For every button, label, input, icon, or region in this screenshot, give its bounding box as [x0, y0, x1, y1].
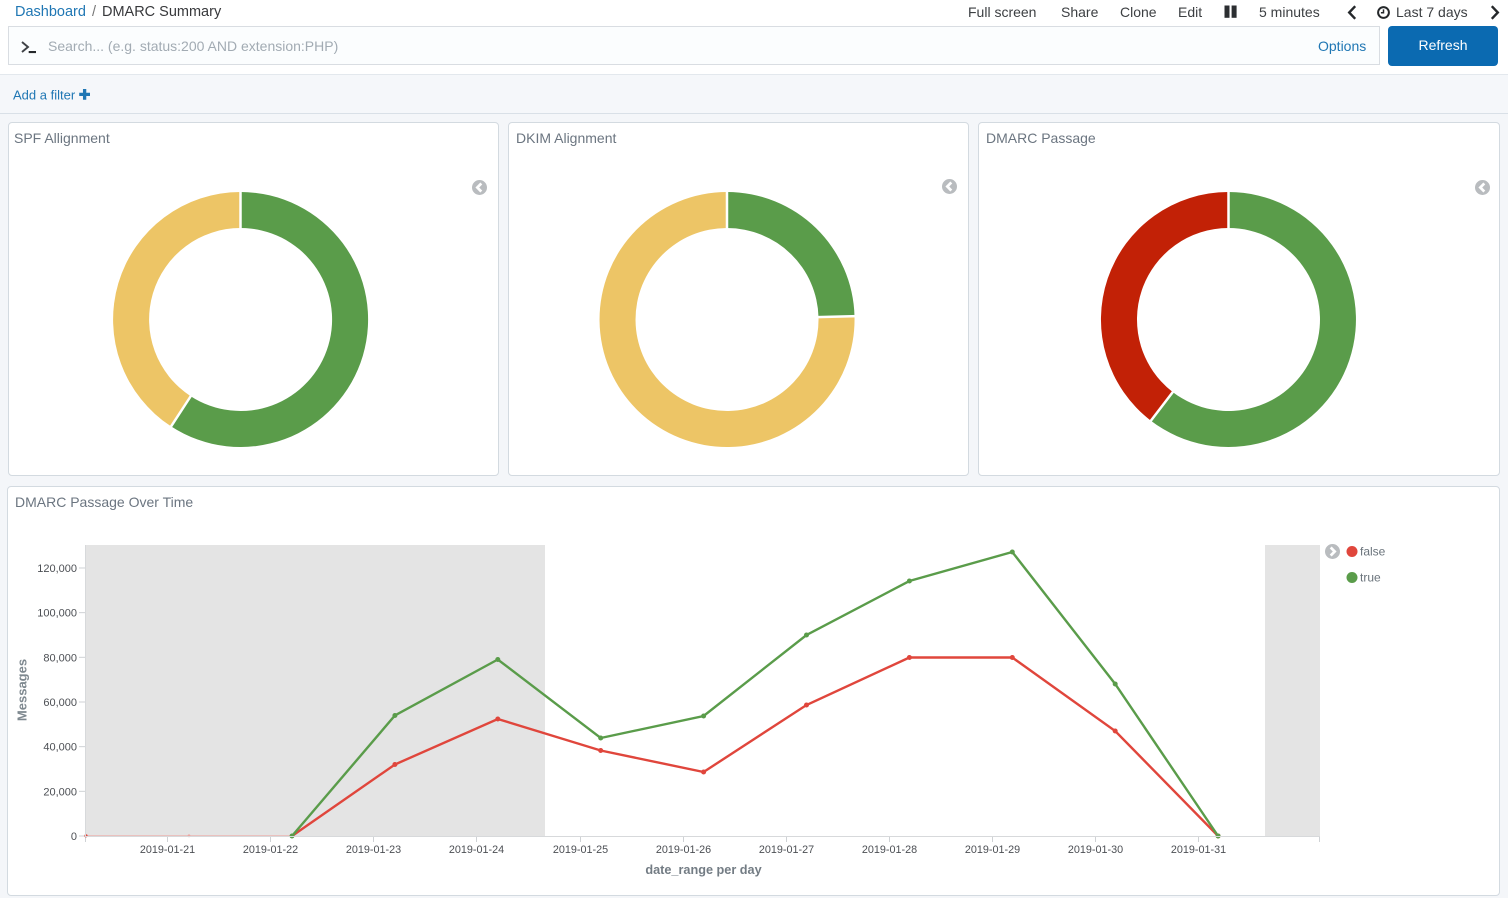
- svg-text:40,000: 40,000: [43, 742, 77, 754]
- svg-text:60,000: 60,000: [43, 697, 77, 709]
- svg-text:0: 0: [71, 831, 77, 843]
- svg-text:2019-01-23: 2019-01-23: [346, 844, 401, 856]
- svg-text:120,000: 120,000: [37, 563, 77, 575]
- svg-text:Messages: Messages: [15, 659, 30, 721]
- svg-text:2019-01-29: 2019-01-29: [965, 844, 1020, 856]
- svg-text:2019-01-24: 2019-01-24: [449, 844, 504, 856]
- svg-text:2019-01-31: 2019-01-31: [1171, 844, 1226, 856]
- svg-text:20,000: 20,000: [43, 786, 77, 798]
- svg-text:true: true: [1360, 571, 1381, 585]
- svg-text:2019-01-21: 2019-01-21: [140, 844, 195, 856]
- svg-text:false: false: [1360, 545, 1386, 559]
- svg-text:2019-01-25: 2019-01-25: [553, 844, 608, 856]
- svg-text:100,000: 100,000: [37, 608, 77, 620]
- svg-text:2019-01-26: 2019-01-26: [656, 844, 711, 856]
- svg-text:2019-01-27: 2019-01-27: [759, 844, 814, 856]
- svg-text:date_range per day: date_range per day: [645, 863, 761, 877]
- svg-text:2019-01-28: 2019-01-28: [862, 844, 917, 856]
- svg-text:2019-01-30: 2019-01-30: [1068, 844, 1123, 856]
- svg-text:80,000: 80,000: [43, 652, 77, 664]
- svg-text:2019-01-22: 2019-01-22: [243, 844, 298, 856]
